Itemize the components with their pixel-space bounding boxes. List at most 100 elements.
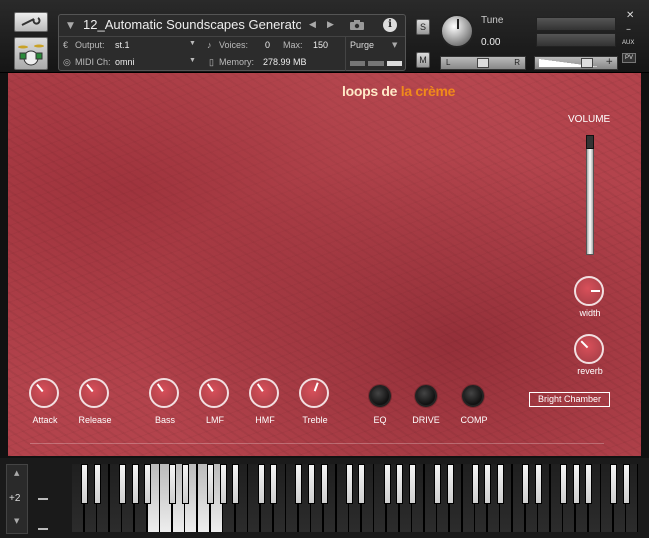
title-row: ▼ 12_Automatic Soundscapes Generator ◀ ▶… xyxy=(59,15,405,37)
info-icon[interactable]: i xyxy=(383,18,397,32)
panel-divider xyxy=(30,443,604,444)
black-key[interactable] xyxy=(358,464,366,504)
black-key[interactable] xyxy=(383,464,391,504)
purge-area: Purge ▼ xyxy=(345,37,405,71)
comp-button[interactable] xyxy=(462,385,484,407)
pan-slider[interactable]: L R xyxy=(440,56,526,70)
master-volume-slider[interactable]: – + xyxy=(534,56,618,70)
black-key[interactable] xyxy=(559,464,567,504)
black-key[interactable] xyxy=(610,464,618,504)
camera-icon[interactable] xyxy=(349,18,365,32)
black-key[interactable] xyxy=(622,464,630,504)
black-key[interactable] xyxy=(169,464,177,504)
purge-button[interactable]: Purge xyxy=(350,40,374,50)
black-key[interactable] xyxy=(307,464,315,504)
treble-label: Treble xyxy=(302,415,328,425)
bass-knob[interactable] xyxy=(149,378,179,408)
release-knob[interactable] xyxy=(79,378,109,408)
max-voices-value[interactable]: 150 xyxy=(313,40,328,50)
eq-button[interactable] xyxy=(369,385,391,407)
level-meter-right xyxy=(536,33,616,47)
black-key[interactable] xyxy=(131,464,139,504)
width-label: width xyxy=(579,308,601,318)
max-label: Max: xyxy=(283,40,303,50)
attack-knob[interactable] xyxy=(29,378,59,408)
voices-value: 0 xyxy=(265,40,271,50)
pan-left-label: L xyxy=(446,58,451,67)
volume-thumb[interactable] xyxy=(581,58,593,68)
black-key[interactable] xyxy=(345,464,353,504)
black-key[interactable] xyxy=(118,464,126,504)
black-key[interactable] xyxy=(534,464,542,504)
width-knob[interactable] xyxy=(574,276,604,306)
solo-button[interactable]: S xyxy=(416,19,430,35)
minimize-icon[interactable]: – xyxy=(626,24,631,35)
aux-button[interactable]: AUX xyxy=(622,40,634,46)
drum-kit-icon[interactable] xyxy=(14,37,48,70)
black-key[interactable] xyxy=(257,464,265,504)
black-key[interactable] xyxy=(295,464,303,504)
wrench-icon[interactable] xyxy=(14,12,48,32)
drive-button[interactable] xyxy=(415,385,437,407)
black-key[interactable] xyxy=(219,464,227,504)
black-key[interactable] xyxy=(207,464,215,504)
pitch-wheel[interactable] xyxy=(38,464,50,534)
midi-icon: ◎ xyxy=(63,57,71,67)
purge-meter xyxy=(350,61,402,66)
black-key[interactable] xyxy=(471,464,479,504)
pan-thumb[interactable] xyxy=(477,58,489,68)
black-key[interactable] xyxy=(446,464,454,504)
output-select[interactable]: st.1 xyxy=(115,40,130,50)
reverb-knob[interactable] xyxy=(574,334,604,364)
instrument-title[interactable]: 12_Automatic Soundscapes Generator xyxy=(83,17,301,32)
pv-button[interactable]: PV xyxy=(622,53,636,63)
instrument-header: ▼ 12_Automatic Soundscapes Generator ◀ ▶… xyxy=(0,0,649,73)
prev-instrument-icon[interactable]: ◀ xyxy=(309,20,316,30)
midi-dropdown-icon[interactable]: ▼ xyxy=(189,57,196,64)
black-key[interactable] xyxy=(93,464,101,504)
close-icon[interactable]: ✕ xyxy=(626,10,634,21)
piano-keyboard[interactable] xyxy=(72,464,639,532)
black-key[interactable] xyxy=(484,464,492,504)
volume-fader-thumb[interactable] xyxy=(586,135,594,149)
black-key[interactable] xyxy=(270,464,278,504)
black-key[interactable] xyxy=(232,464,240,504)
black-key[interactable] xyxy=(320,464,328,504)
volume-label: VOLUME xyxy=(568,114,611,125)
black-key[interactable] xyxy=(522,464,530,504)
next-instrument-icon[interactable]: ▶ xyxy=(327,20,334,30)
brand-logo: loops de la crème xyxy=(342,83,456,99)
black-key[interactable] xyxy=(81,464,89,504)
octave-up-icon[interactable]: ▲ xyxy=(14,469,19,477)
mute-button[interactable]: M xyxy=(416,52,430,68)
reverb-preset-menu[interactable]: Bright Chamber xyxy=(529,392,610,407)
memory-label: Memory: xyxy=(219,57,255,67)
reverb-label: reverb xyxy=(577,366,603,376)
black-key[interactable] xyxy=(585,464,593,504)
keyboard-area: ▲ +2 ▼ xyxy=(0,458,649,538)
black-key[interactable] xyxy=(433,464,441,504)
output-row: € Output: st.1 ▼ ♪ Voices: 0 Max: 150 xyxy=(59,37,345,54)
treble-knob[interactable] xyxy=(299,378,329,408)
output-dropdown-icon[interactable]: ▼ xyxy=(189,40,196,47)
black-key[interactable] xyxy=(181,464,189,504)
midi-row: ◎ MIDI Ch: omni ▼ ▯ Memory: 278.99 MB xyxy=(59,54,345,71)
black-key[interactable] xyxy=(144,464,152,504)
midi-channel-select[interactable]: omni xyxy=(115,57,135,67)
black-key[interactable] xyxy=(496,464,504,504)
tune-knob[interactable] xyxy=(440,14,474,48)
purge-dropdown-icon[interactable]: ▼ xyxy=(392,41,397,49)
black-key[interactable] xyxy=(396,464,404,504)
black-key[interactable] xyxy=(408,464,416,504)
black-key[interactable] xyxy=(572,464,580,504)
memory-icon: ▯ xyxy=(209,57,214,67)
release-label: Release xyxy=(78,415,112,425)
voices-label: Voices: xyxy=(219,40,249,50)
hmf-knob[interactable] xyxy=(249,378,279,408)
lmf-knob[interactable] xyxy=(199,378,229,408)
octave-down-icon[interactable]: ▼ xyxy=(14,517,19,525)
volume-fader[interactable] xyxy=(586,135,594,255)
tune-value: 0.00 xyxy=(481,37,501,48)
collapse-arrow-icon[interactable]: ▼ xyxy=(67,21,74,31)
instrument-panel: loops de la crème VOLUME width reverb At… xyxy=(8,73,641,456)
